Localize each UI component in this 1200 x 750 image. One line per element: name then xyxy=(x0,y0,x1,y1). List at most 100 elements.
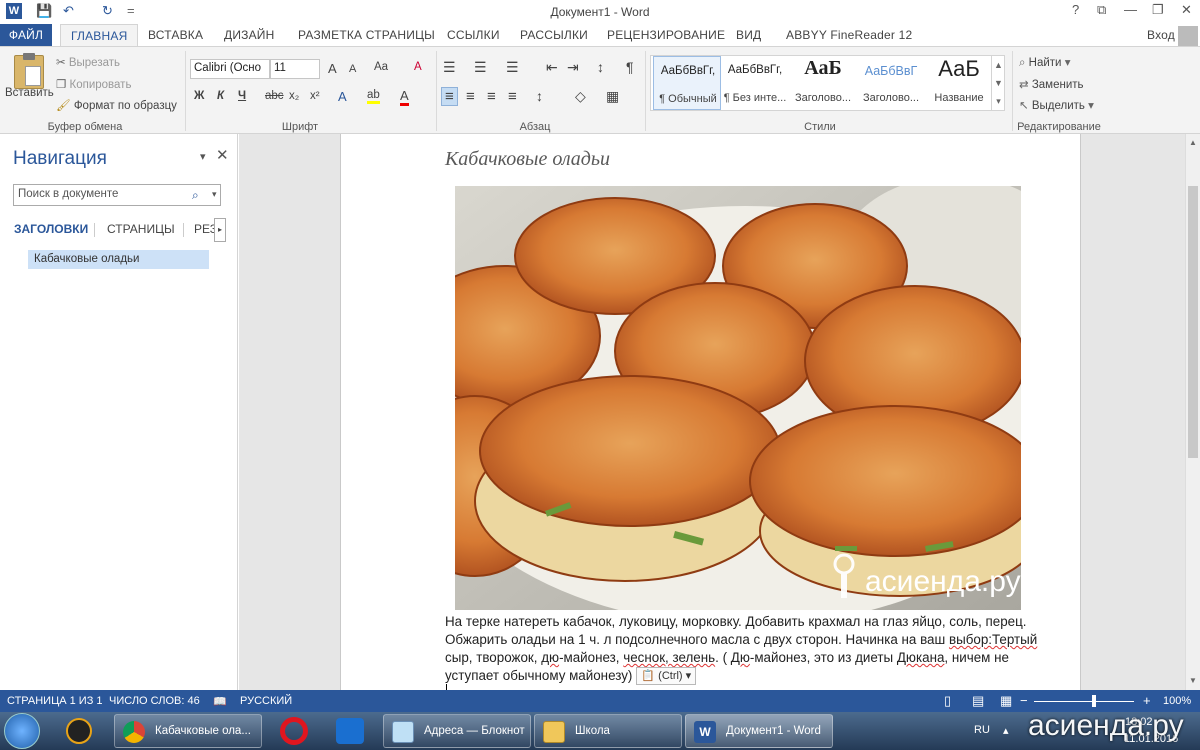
underline-button[interactable]: Ч xyxy=(238,90,246,102)
search-icon[interactable]: ⌕ xyxy=(192,188,199,203)
heading-item[interactable]: Кабачковые оладьи xyxy=(28,250,209,269)
tab-layout[interactable]: РАЗМЕТКА СТРАНИЦЫ xyxy=(298,28,435,42)
justify-button[interactable]: ≡ xyxy=(508,88,517,105)
clear-formatting-button[interactable]: A xyxy=(414,61,422,73)
opera-icon[interactable] xyxy=(280,717,308,745)
highlight-button[interactable]: ab xyxy=(367,89,380,104)
spelling-error[interactable]: выбор:Тертый xyxy=(949,632,1037,647)
tab-design[interactable]: ДИЗАЙН xyxy=(224,28,275,42)
close-pane-icon[interactable]: ✕ xyxy=(216,146,229,164)
paste-button[interactable]: Вставить xyxy=(5,87,54,99)
grow-font-button[interactable]: A xyxy=(328,61,337,76)
minimize-button[interactable]: — xyxy=(1124,2,1137,17)
multilevel-list-button[interactable]: ☰ xyxy=(506,59,519,76)
document-body-text[interactable]: На терке натереть кабачок, луковицу, мор… xyxy=(445,613,1045,686)
find-button[interactable]: Найти xyxy=(1029,57,1062,69)
tab-headings[interactable]: ЗАГОЛОВКИ xyxy=(14,222,88,236)
style-no-spacing[interactable]: АаБбВвГг, ¶ Без инте... xyxy=(721,56,789,110)
taskbar-item-word[interactable]: W Документ1 - Word xyxy=(685,714,833,748)
align-left-button[interactable]: ≡ xyxy=(441,87,458,106)
copy-button[interactable]: Копировать xyxy=(70,79,132,91)
page-count[interactable]: СТРАНИЦА 1 ИЗ 1 xyxy=(7,695,103,707)
tab-references[interactable]: ССЫЛКИ xyxy=(447,28,500,42)
paste-options-button[interactable]: 📋 (Ctrl) ▾ xyxy=(636,667,697,686)
font-color-button[interactable]: A xyxy=(400,88,409,106)
zoom-in-button[interactable]: + xyxy=(1143,693,1151,708)
superscript-button[interactable]: x² xyxy=(310,90,320,102)
zoom-level[interactable]: 100% xyxy=(1163,695,1191,707)
chevron-right-icon[interactable]: ▸ xyxy=(214,218,226,242)
tab-review[interactable]: РЕЦЕНЗИРОВАНИЕ xyxy=(607,28,725,42)
tab-mailings[interactable]: РАССЫЛКИ xyxy=(520,28,588,42)
tab-pages[interactable]: СТРАНИЦЫ xyxy=(107,222,175,236)
tab-file[interactable]: ФАЙЛ xyxy=(0,24,52,46)
numbering-button[interactable]: ☰ xyxy=(474,59,487,76)
borders-button[interactable]: ▦ xyxy=(606,88,619,105)
styles-scroll[interactable]: ▲ ▼ ▾ xyxy=(991,56,1005,110)
tab-abbyy[interactable]: ABBYY FineReader 12 xyxy=(786,28,912,42)
taskbar-item-folder[interactable]: Школа xyxy=(534,714,682,748)
zoom-slider-thumb[interactable] xyxy=(1092,695,1096,707)
bold-button[interactable]: Ж xyxy=(194,90,204,102)
change-case-button[interactable]: Aa xyxy=(374,61,388,73)
scroll-thumb[interactable] xyxy=(1188,186,1198,458)
search-input[interactable]: Поиск в документе xyxy=(13,184,221,206)
spelling-error[interactable]: Дюкана xyxy=(897,650,945,665)
search-options-icon[interactable]: ▾ xyxy=(212,189,217,200)
clipboard-paste-icon[interactable] xyxy=(14,53,44,89)
pane-options-icon[interactable]: ▾ xyxy=(200,150,206,163)
spelling-error[interactable]: дю xyxy=(541,650,559,665)
proofing-icon[interactable]: 📖 xyxy=(213,695,227,708)
tab-view[interactable]: ВИД xyxy=(736,28,761,42)
bullets-button[interactable]: ☰ xyxy=(443,59,456,76)
ribbon-display-options-icon[interactable]: ⧉ xyxy=(1097,2,1106,18)
text-effects-button[interactable]: A xyxy=(338,89,347,104)
keyboard-language[interactable]: RU xyxy=(974,724,990,736)
sign-in-link[interactable]: Вход xyxy=(1147,28,1175,42)
font-size-combo[interactable]: 11 xyxy=(270,59,320,79)
select-button[interactable]: Выделить xyxy=(1032,100,1085,112)
user-avatar[interactable] xyxy=(1178,26,1198,46)
help-icon[interactable]: ? xyxy=(1072,2,1079,17)
style-heading-1[interactable]: АаБ Заголово... xyxy=(789,56,857,110)
show-formatting-button[interactable]: ¶ xyxy=(626,59,634,75)
spelling-error[interactable]: чеснок, зелень xyxy=(623,650,715,665)
italic-button[interactable]: К xyxy=(217,90,224,102)
spelling-error[interactable]: Дю xyxy=(731,650,750,665)
zoom-slider[interactable] xyxy=(1034,701,1134,702)
format-painter-button[interactable]: Формат по образцу xyxy=(74,100,177,112)
word-count[interactable]: ЧИСЛО СЛОВ: 46 xyxy=(109,695,200,707)
zoom-out-button[interactable]: − xyxy=(1020,693,1028,708)
language-indicator[interactable]: РУССКИЙ xyxy=(240,695,292,707)
subscript-button[interactable]: x₂ xyxy=(289,90,299,102)
vertical-scrollbar[interactable]: ▲ ▼ xyxy=(1185,134,1200,690)
close-button[interactable]: ✕ xyxy=(1181,2,1192,18)
start-button[interactable] xyxy=(4,713,40,749)
cut-button[interactable]: Вырезать xyxy=(69,57,120,69)
align-right-button[interactable]: ≡ xyxy=(487,88,496,105)
sort-button[interactable]: ↕ xyxy=(597,59,604,75)
strikethrough-button[interactable]: abc xyxy=(265,90,284,102)
pinned-app-icon[interactable] xyxy=(66,718,92,744)
style-normal[interactable]: АаБбВвГг, ¶ Обычный xyxy=(653,56,721,110)
style-heading-2[interactable]: АаБбВвГ Заголово... xyxy=(857,56,925,110)
shading-button[interactable]: ◇ xyxy=(575,88,586,105)
taskbar-item-notepad[interactable]: Адреса — Блокнот xyxy=(383,714,531,748)
taskbar-item-chrome[interactable]: Кабачковые ола... xyxy=(114,714,262,748)
style-title[interactable]: АаБ Название xyxy=(925,56,993,110)
shrink-font-button[interactable]: A xyxy=(349,63,356,75)
print-layout-icon[interactable]: ▤ xyxy=(972,693,984,709)
teamviewer-icon[interactable] xyxy=(336,718,364,744)
tab-insert[interactable]: ВСТАВКА xyxy=(148,28,203,42)
tray-icons[interactable]: ▴ xyxy=(1003,724,1009,737)
align-center-button[interactable]: ≡ xyxy=(466,88,475,105)
maximize-button[interactable]: ❐ xyxy=(1152,2,1164,18)
increase-indent-button[interactable]: ⇥ xyxy=(567,59,579,76)
decrease-indent-button[interactable]: ⇤ xyxy=(546,59,558,76)
replace-button[interactable]: Заменить xyxy=(1032,79,1084,91)
tab-home[interactable]: ГЛАВНАЯ xyxy=(60,24,139,48)
read-mode-icon[interactable]: ▯ xyxy=(944,693,951,709)
line-spacing-button[interactable]: ↕ xyxy=(536,88,543,104)
web-layout-icon[interactable]: ▦ xyxy=(1000,693,1012,709)
font-name-combo[interactable]: Calibri (Осно xyxy=(190,59,270,79)
